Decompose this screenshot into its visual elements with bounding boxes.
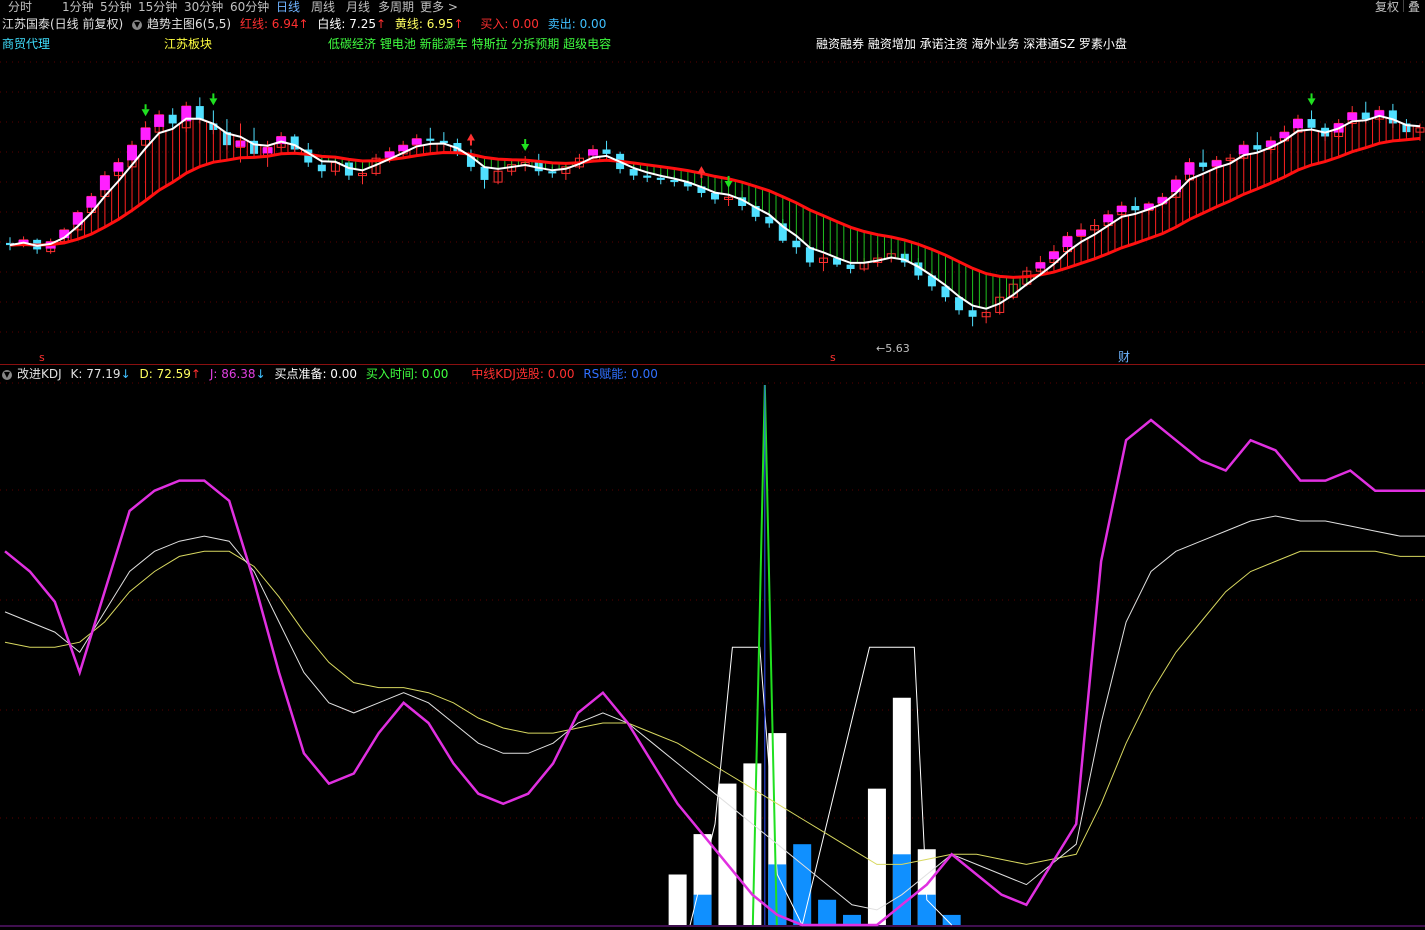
sell-arrow-icon <box>466 133 475 141</box>
buy-prep-value: 买点准备: 0.00 <box>274 367 358 381</box>
d-line <box>4 550 1425 865</box>
sell-arrow-icon <box>697 166 706 174</box>
candle-body <box>1199 162 1208 167</box>
magenta-marker <box>113 162 124 172</box>
candle-body <box>602 149 611 154</box>
buy-prep-bar <box>718 783 737 925</box>
magenta-marker <box>1116 205 1127 213</box>
kdj-panel <box>0 384 1425 927</box>
magenta-marker <box>587 149 598 156</box>
magenta-marker <box>1184 162 1195 175</box>
candle-body <box>643 175 652 178</box>
candle-body <box>426 138 435 141</box>
magenta-marker <box>1048 251 1059 260</box>
red-trend-line <box>9 136 1421 279</box>
candle-body <box>317 164 326 172</box>
buy-arrow-icon <box>724 180 733 188</box>
up-arrow-icon: ↑ <box>190 367 201 381</box>
sub-indicator-name[interactable]: 改进KDJ <box>17 367 62 381</box>
magenta-marker <box>1076 229 1087 236</box>
candle-body <box>1253 145 1262 150</box>
candle-body <box>1307 119 1316 128</box>
d-value: D: 72.59 <box>139 367 191 381</box>
s-mark-left: s <box>39 351 45 364</box>
magenta-marker <box>154 114 165 127</box>
buy-time-value: 买入时间: 0.00 <box>365 367 449 381</box>
magenta-marker <box>1062 236 1073 248</box>
candle-body <box>168 114 177 124</box>
candle-body <box>656 177 665 180</box>
magenta-marker <box>99 175 110 191</box>
magenta-marker <box>1103 214 1114 223</box>
magenta-marker <box>1292 119 1303 129</box>
down-arrow-icon: ↓ <box>120 367 131 381</box>
candle-body <box>968 310 977 317</box>
magenta-marker <box>86 196 97 208</box>
magenta-marker <box>411 138 422 145</box>
rs-value: RS赋能: 0.00 <box>583 367 658 381</box>
magenta-marker <box>1347 112 1358 121</box>
k-value: K: 77.19 <box>70 367 121 381</box>
candle-body <box>846 264 855 269</box>
magenta-marker <box>1238 145 1249 155</box>
candle-body <box>792 240 801 248</box>
magenta-marker <box>1035 262 1046 269</box>
candle-body <box>480 166 489 180</box>
candle-body <box>548 171 557 174</box>
cai-mark: 财 <box>1118 350 1130 364</box>
buy-arrow-icon <box>521 144 530 152</box>
j-line <box>4 418 1425 927</box>
buy-prep-bar <box>668 874 687 925</box>
magenta-marker <box>1211 160 1222 167</box>
sub-indicator-bar: ▼ 改进KDJ K: 77.19↓ D: 72.59↑ J: 86.38↓ 买点准… <box>2 365 663 381</box>
j-value: J: 86.38 <box>209 367 256 381</box>
mid-kdj-value: 中线KDJ选股: 0.00 <box>471 367 575 381</box>
magenta-marker <box>127 145 138 161</box>
down-arrow-icon: ↓ <box>255 367 266 381</box>
candle-body <box>1361 112 1370 120</box>
chart-canvas[interactable]: ←5.63 财 s s <box>0 0 1425 930</box>
candle-body <box>195 106 204 120</box>
magenta-marker <box>140 127 151 140</box>
candle-body <box>629 169 638 176</box>
settings-icon[interactable]: ▼ <box>2 369 12 380</box>
buy-time-bar <box>818 899 837 925</box>
s-mark-mid: s <box>830 351 836 364</box>
buy-prep-bar <box>867 788 886 925</box>
buy-arrow-icon <box>209 98 218 106</box>
low-price-label: ←5.63 <box>876 342 910 355</box>
buy-time-bar <box>843 914 862 925</box>
buy-time-bar <box>942 914 961 925</box>
candle-body <box>1131 205 1140 211</box>
buy-arrow-icon <box>1307 98 1316 106</box>
buy-arrow-icon <box>141 109 150 117</box>
